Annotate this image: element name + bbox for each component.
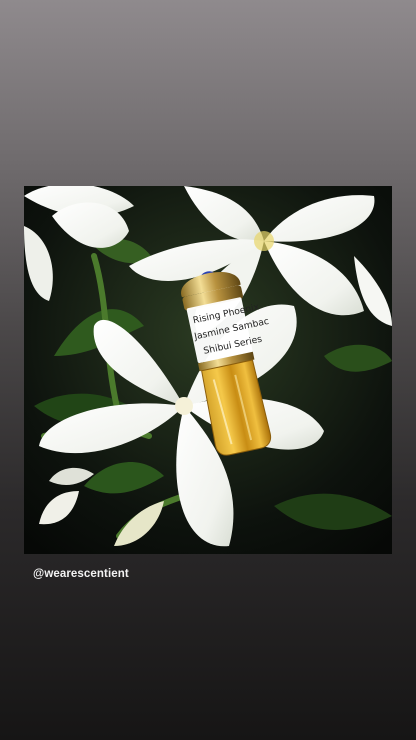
story-view: Rising Phoenix Jasmine Sambac Shibui Ser… [0,0,416,740]
username-tag[interactable]: @wearescentient [33,568,129,580]
story-photo[interactable]: Rising Phoenix Jasmine Sambac Shibui Ser… [24,186,392,554]
perfume-photo-illustration: Rising Phoenix Jasmine Sambac Shibui Ser… [24,186,392,554]
